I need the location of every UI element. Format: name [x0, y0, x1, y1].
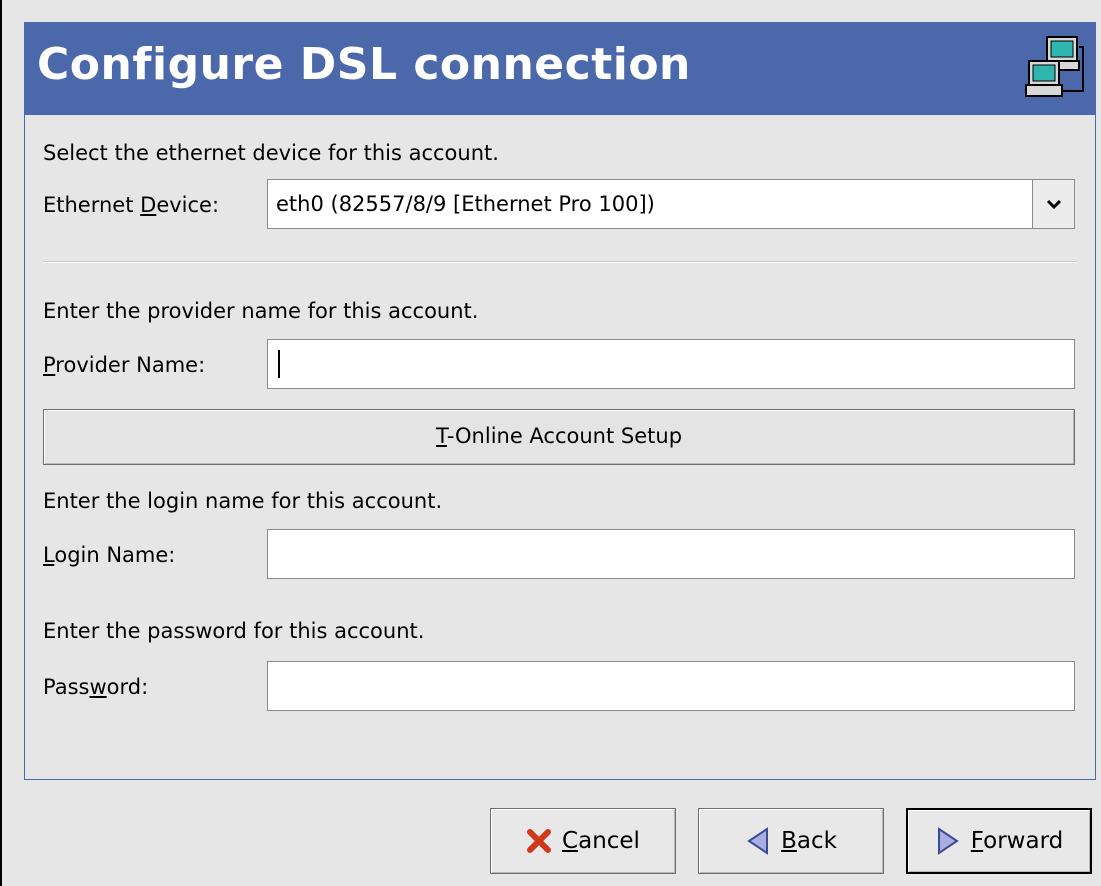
back-label: Back: [781, 828, 837, 854]
page-content: Select the ethernet device for this acco…: [25, 115, 1095, 779]
text-cursor: [278, 350, 280, 378]
druid-page: Configure DSL connection Select the ethe…: [24, 22, 1096, 780]
provider-instruction: Enter the provider name for this account…: [43, 299, 479, 323]
login-instruction: Enter the login name for this account.: [43, 489, 443, 513]
forward-button[interactable]: Forward: [906, 808, 1092, 874]
login-name-input[interactable]: [267, 529, 1075, 579]
back-button[interactable]: Back: [698, 808, 884, 874]
arrow-right-icon: [937, 827, 959, 855]
cancel-x-icon: [527, 829, 552, 853]
password-instruction: Enter the password for this account.: [43, 619, 425, 643]
provider-name-label: Provider Name:: [43, 353, 206, 377]
ethernet-device-value: eth0 (82557/8/9 [Ethernet Pro 100]): [276, 192, 655, 216]
separator: [43, 261, 1077, 263]
login-name-label: Login Name:: [43, 543, 176, 567]
ethernet-instruction: Select the ethernet device for this acco…: [43, 141, 499, 165]
t-online-account-setup-button[interactable]: T-Online Account Setup: [43, 409, 1075, 465]
chevron-down-icon: [1046, 199, 1062, 210]
cancel-button[interactable]: Cancel: [490, 808, 676, 874]
page-title: Configure DSL connection: [37, 39, 691, 90]
forward-label: Forward: [970, 828, 1064, 854]
dropdown-button[interactable]: [1032, 180, 1074, 228]
password-label: Password:: [43, 675, 149, 699]
network-computers-icon: [1025, 36, 1084, 97]
cancel-label: Cancel: [562, 828, 640, 854]
ethernet-device-label: Ethernet Device:: [43, 193, 220, 217]
ethernet-device-select[interactable]: eth0 (82557/8/9 [Ethernet Pro 100]): [267, 179, 1075, 229]
password-input[interactable]: [267, 661, 1075, 711]
dialog-window: Configure DSL connection Select the ethe…: [0, 0, 1101, 886]
arrow-left-icon: [747, 827, 769, 855]
provider-name-input[interactable]: [267, 339, 1075, 389]
page-header: Configure DSL connection: [25, 23, 1095, 115]
